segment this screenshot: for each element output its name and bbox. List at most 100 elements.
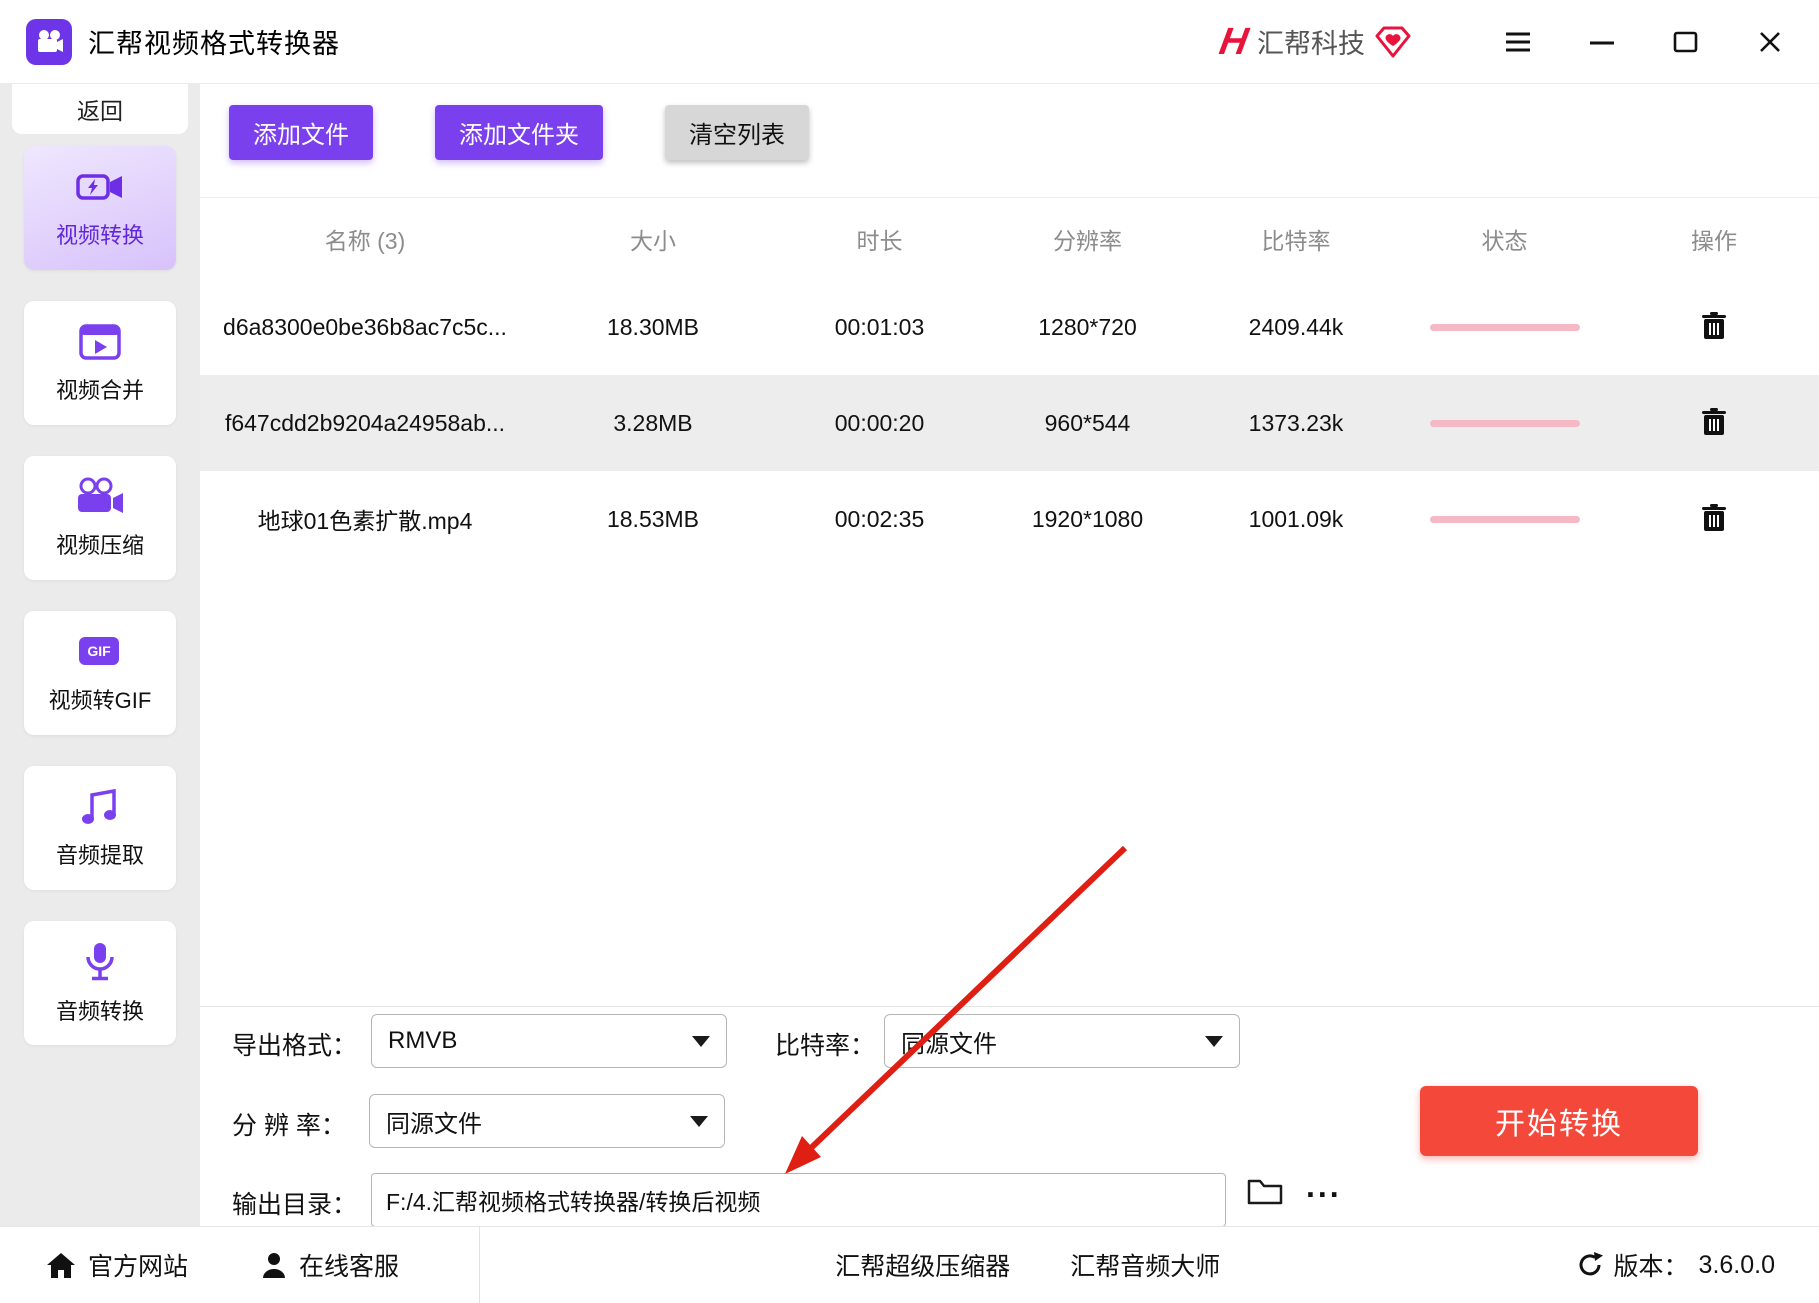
delete-file-button[interactable] [1701,407,1727,440]
add-folder-button[interactable]: 添加文件夹 [435,105,603,160]
resolution-select[interactable]: 同源文件 [369,1094,725,1148]
export-format-label: 导出格式： [232,1032,358,1060]
chevron-down-icon [1205,1035,1223,1047]
sidebar-item-video-convert[interactable]: 视频转换 [24,146,176,270]
close-button[interactable] [1747,19,1793,65]
output-dir-input[interactable] [371,1173,1226,1227]
sidebar-item-label: 视频转GIF [48,687,152,713]
col-header-duration: 时长 [856,227,903,254]
col-header-status: 状态 [1481,227,1528,254]
version-info: 版本： 3.6.0.0 [1576,1247,1775,1283]
window-title: 汇帮视频格式转换器 [88,29,340,59]
online-service-label: 在线客服 [299,1253,400,1281]
trash-icon [1702,407,1726,435]
file-resolution: 1280*720 [1038,313,1137,340]
start-convert-button[interactable]: 开始转换 [1420,1086,1698,1156]
browse-folder-button[interactable] [1246,1175,1284,1210]
bitrate-value: 同源文件 [901,1030,997,1058]
main-content: 添加文件 添加文件夹 清空列表 名称 (3) 大小 时长 分辨率 比特率 状态 … [200,84,1819,1227]
sidebar-item-label: 音频提取 [55,842,144,868]
version-label: 版本： [1613,1253,1689,1281]
file-duration: 00:02:35 [834,505,925,532]
trash-icon [1702,311,1726,339]
maximize-button[interactable] [1663,19,1709,65]
col-header-name: 名称 (3) [324,227,406,254]
export-format-select[interactable]: RMVB [371,1014,727,1068]
file-size: 3.28MB [613,409,693,436]
more-options-button[interactable]: ... [1300,1167,1348,1206]
chevron-down-icon [692,1035,710,1047]
brand-logo[interactable]: H 汇帮科技 [1216,21,1411,63]
file-size: 18.30MB [606,313,700,340]
resolution-value: 同源文件 [386,1110,482,1138]
file-table: 名称 (3) 大小 时长 分辨率 比特率 状态 操作 d6a8300e0be36… [200,197,1819,567]
file-name: f647cdd2b9204a24958ab... [224,409,506,436]
delete-file-button[interactable] [1701,311,1727,344]
video-convert-icon [76,173,122,200]
audio-convert-icon [86,942,114,980]
add-file-button[interactable]: 添加文件 [229,105,373,160]
version-value: 3.6.0.0 [1698,1250,1775,1279]
col-header-size: 大小 [630,227,676,254]
sidebar-item-label: 音频转换 [55,998,144,1024]
table-row: d6a8300e0be36b8ac7c5c... 18.30MB 00:01:0… [200,279,1819,375]
sidebar-item-video-compress[interactable]: 视频压缩 [24,456,176,580]
clear-list-button[interactable]: 清空列表 [665,105,809,160]
bitrate-select[interactable]: 同源文件 [884,1014,1240,1068]
file-bitrate: 1373.23k [1248,409,1344,436]
col-header-action: 操作 [1691,227,1737,254]
menu-button[interactable] [1495,19,1541,65]
movie-camera-icon [38,29,63,52]
resolution-label: 分 辨 率： [232,1112,346,1140]
gif-icon-text: GIF [87,643,111,659]
back-button[interactable]: 返回 [12,84,188,134]
col-header-bitrate: 比特率 [1261,227,1331,254]
file-bitrate: 1001.09k [1248,505,1344,532]
progress-bar [1429,419,1580,427]
refresh-icon[interactable] [1576,1251,1604,1279]
footer-bar: 官方网站 在线客服 汇帮超级压缩器 汇帮音频大师 版本： 3.6.0.0 [0,1226,1819,1303]
folder-icon [1247,1179,1283,1205]
col-header-resolution: 分辨率 [1053,227,1122,254]
output-settings-panel: 导出格式： RMVB 比特率： 同源文件 分 辨 率： 同源文件 开始转换 输出… [200,1006,1819,1227]
person-icon [263,1253,286,1278]
file-duration: 00:01:03 [834,313,925,340]
official-site-label: 官方网站 [88,1253,189,1281]
minimize-button[interactable] [1579,19,1625,65]
super-compressor-link[interactable]: 汇帮超级压缩器 [835,1247,1010,1283]
table-row: 地球01色素扩散.mp4 18.53MB 00:02:35 1920*1080 … [200,471,1819,567]
online-service-link[interactable]: 在线客服 [261,1247,399,1283]
table-header-row: 名称 (3) 大小 时长 分辨率 比特率 状态 操作 [200,197,1819,279]
super-compressor-label: 汇帮超级压缩器 [835,1253,1011,1281]
file-size: 18.53MB [606,505,700,532]
sidebar: 返回 视频转换 视频合并 视频压缩 GIF 视频转GIF 音频提取 音频转换 [0,84,200,1227]
lightning-h-logo-icon: H [1215,20,1251,63]
file-name: 地球01色素扩散.mp4 [257,508,473,534]
video-merge-icon [79,323,121,360]
progress-bar [1429,515,1580,523]
sidebar-item-video-to-gif[interactable]: GIF 视频转GIF [24,611,176,735]
minimize-icon [1590,41,1614,44]
sidebar-item-audio-extract[interactable]: 音频提取 [24,766,176,890]
audio-master-link[interactable]: 汇帮音频大师 [1070,1247,1220,1283]
app-icon [26,18,72,65]
official-site-link[interactable]: 官方网站 [46,1247,188,1283]
chevron-down-icon [690,1115,708,1127]
sidebar-item-audio-convert[interactable]: 音频转换 [24,921,176,1045]
export-format-value: RMVB [388,1027,458,1054]
footer-divider [479,1227,481,1303]
close-icon [1760,31,1780,52]
file-resolution: 1920*1080 [1031,505,1144,532]
titlebar: 汇帮视频格式转换器 H 汇帮科技 [0,0,1819,84]
file-resolution: 960*544 [1044,409,1131,436]
video-to-gif-icon: GIF [79,636,119,665]
sidebar-item-label: 视频转换 [55,222,144,248]
delete-file-button[interactable] [1701,503,1727,536]
output-dir-label: 输出目录： [232,1191,358,1219]
progress-bar [1429,323,1580,331]
file-duration: 00:00:20 [834,409,925,436]
file-name: d6a8300e0be36b8ac7c5c... [223,313,507,340]
sidebar-item-video-merge[interactable]: 视频合并 [24,301,176,425]
maximize-icon [1673,31,1698,52]
table-row: f647cdd2b9204a24958ab... 3.28MB 00:00:20… [200,375,1819,471]
